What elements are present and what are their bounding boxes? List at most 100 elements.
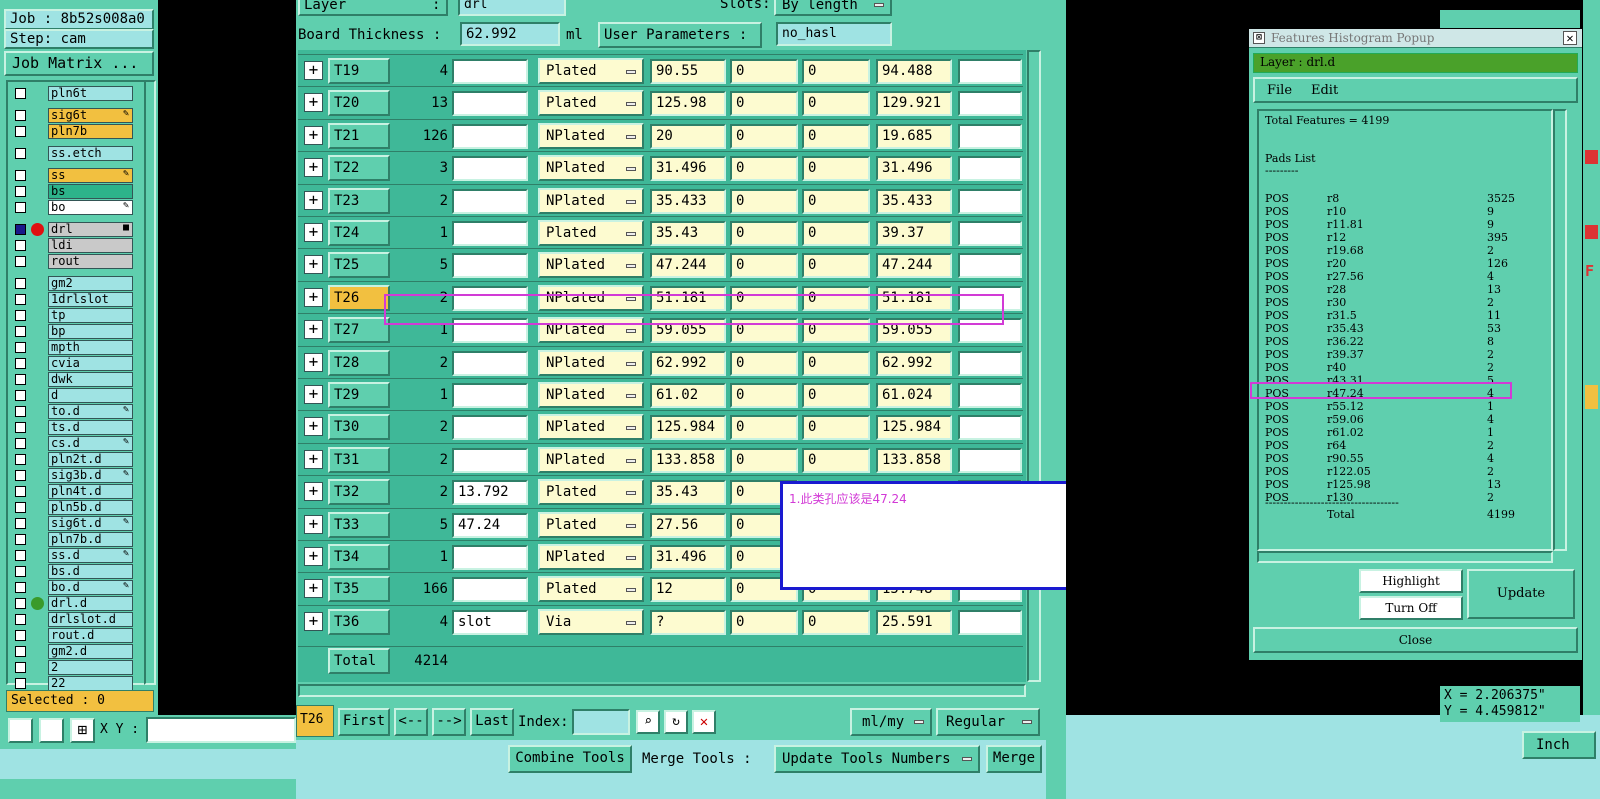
finish-size-input[interactable]: slot xyxy=(452,609,528,635)
layer-checkbox[interactable] xyxy=(15,502,26,513)
expand-icon[interactable]: + xyxy=(304,547,323,566)
layer-row[interactable]: pln7b xyxy=(12,124,133,139)
user-params-button[interactable]: User Parameters : xyxy=(598,22,762,48)
type-dropdown[interactable]: Plated xyxy=(538,220,644,246)
tool-value-input[interactable]: 94.488 xyxy=(876,59,952,84)
layer-checkbox[interactable] xyxy=(15,470,26,481)
combine-tools-button[interactable]: Combine Tools xyxy=(508,745,632,773)
index-input[interactable] xyxy=(572,709,630,735)
tool-name[interactable]: T23 xyxy=(328,187,390,214)
thickness-input[interactable]: 62.992 xyxy=(460,22,560,46)
finish-size-input[interactable] xyxy=(452,318,528,344)
tool-value-input[interactable]: 0 xyxy=(802,123,870,149)
tool-value-input[interactable]: 59.055 xyxy=(876,318,952,344)
tool-value-input[interactable]: 0 xyxy=(802,221,870,246)
tool-value-input[interactable]: 0 xyxy=(730,447,798,473)
merge-button[interactable]: Merge xyxy=(986,745,1042,773)
tool-value-input[interactable]: 39.37 xyxy=(876,221,952,246)
layer-row[interactable]: mpth xyxy=(12,340,133,355)
tool-name[interactable]: T28 xyxy=(328,349,390,376)
finish-size-input[interactable] xyxy=(452,123,528,149)
finish-size-input[interactable] xyxy=(452,59,528,84)
layer-row[interactable]: ss.d ✎ xyxy=(12,548,133,563)
red-dot-icon[interactable] xyxy=(1585,225,1598,239)
layer-checkbox[interactable] xyxy=(15,534,26,545)
last-button[interactable]: Last xyxy=(470,708,514,736)
tool-icon-a[interactable] xyxy=(8,718,33,743)
tool-name[interactable]: T36 xyxy=(328,608,390,635)
tool-value-input[interactable]: 61.02 xyxy=(650,383,726,408)
job-matrix-button[interactable]: Job Matrix ... xyxy=(4,51,154,76)
expand-icon[interactable]: + xyxy=(304,611,323,631)
layer-checkbox[interactable] xyxy=(15,126,26,137)
layer-row[interactable]: gm2 xyxy=(12,276,133,291)
expand-icon[interactable]: + xyxy=(304,449,323,469)
layer-list-scrollbar[interactable] xyxy=(144,80,156,685)
tool-value-input[interactable]: 51.181 xyxy=(650,285,726,311)
tool-value-input[interactable]: 0 xyxy=(730,156,798,182)
tool-value-input[interactable]: 62.992 xyxy=(650,350,726,376)
layer-checkbox[interactable] xyxy=(15,646,26,657)
layer-checkbox[interactable] xyxy=(15,310,26,321)
layer-row[interactable]: drl ■ xyxy=(12,222,133,237)
tool-name[interactable]: T26 xyxy=(328,284,390,311)
layer-checkbox[interactable] xyxy=(15,662,26,673)
tool-value-input[interactable]: 31.496 xyxy=(650,156,726,182)
type-dropdown[interactable]: Via xyxy=(538,608,644,635)
layer-checkbox[interactable] xyxy=(15,390,26,401)
layer-row[interactable]: gm2.d xyxy=(12,644,133,659)
tool-value-input[interactable]: 35.43 xyxy=(650,221,726,246)
tool-value-input[interactable]: 0 xyxy=(802,447,870,473)
layer-checkbox[interactable] xyxy=(15,422,26,433)
layer-row[interactable]: drlslot.d xyxy=(12,612,133,627)
prev-button[interactable]: <-- xyxy=(394,708,428,736)
tool-name[interactable]: T21 xyxy=(328,122,390,149)
layer-checkbox[interactable] xyxy=(15,342,26,353)
menu-file[interactable]: File xyxy=(1267,83,1292,98)
next-button[interactable]: --> xyxy=(432,708,466,736)
finish-size-input[interactable] xyxy=(452,253,528,279)
tool-value-input[interactable]: 59.055 xyxy=(650,318,726,344)
layer-row[interactable]: bo ✎ xyxy=(12,200,133,215)
search-icon[interactable]: ⌕ xyxy=(636,710,660,734)
layer-checkbox[interactable] xyxy=(15,294,26,305)
inch-button[interactable]: Inch xyxy=(1522,731,1596,759)
layer-row[interactable]: bs.d xyxy=(12,564,133,579)
slots-dropdown[interactable]: By length xyxy=(774,0,892,16)
tool-value-input[interactable]: 51.181 xyxy=(876,285,952,311)
layer-checkbox[interactable] xyxy=(15,438,26,449)
tool-value-input[interactable]: 12 xyxy=(650,577,726,603)
layer-checkbox[interactable] xyxy=(15,278,26,289)
layer-checkbox[interactable] xyxy=(15,566,26,577)
extra-input[interactable] xyxy=(958,188,1022,214)
layer-checkbox[interactable] xyxy=(15,406,26,417)
histogram-horizontal-scrollbar[interactable] xyxy=(1257,551,1553,563)
tool-value-input[interactable]: 0 xyxy=(802,350,870,376)
tool-value-input[interactable]: 0 xyxy=(802,383,870,408)
extra-input[interactable] xyxy=(958,415,1022,441)
layer-row[interactable]: 1drlslot xyxy=(12,292,133,307)
tool-value-input[interactable]: 0 xyxy=(730,415,798,441)
type-dropdown[interactable]: Plated xyxy=(538,479,644,506)
layer-checkbox[interactable] xyxy=(15,224,26,235)
expand-icon[interactable]: + xyxy=(304,352,323,372)
expand-icon[interactable]: + xyxy=(304,190,323,210)
histogram-vertical-scrollbar[interactable] xyxy=(1553,109,1567,551)
tool-value-input[interactable]: 0 xyxy=(802,609,870,635)
tool-name[interactable]: T31 xyxy=(328,446,390,473)
popup-close-button[interactable]: Close xyxy=(1253,627,1578,653)
layer-row[interactable]: tp xyxy=(12,308,133,323)
tool-value-input[interactable]: 133.858 xyxy=(650,447,726,473)
layer-row[interactable]: pln2t.d xyxy=(12,452,133,467)
tool-value-input[interactable]: 25.591 xyxy=(876,609,952,635)
layer-row[interactable]: bs xyxy=(12,184,133,199)
layer-value[interactable]: drl xyxy=(458,0,566,16)
menu-edit[interactable]: Edit xyxy=(1311,83,1338,98)
tool-value-input[interactable]: 0 xyxy=(730,253,798,279)
tool-value-input[interactable]: 0 xyxy=(730,383,798,408)
tool-value-input[interactable]: 31.496 xyxy=(876,156,952,182)
layer-checkbox[interactable] xyxy=(15,486,26,497)
layer-checkbox[interactable] xyxy=(15,240,26,251)
tool-value-input[interactable]: 31.496 xyxy=(650,545,726,570)
layer-checkbox[interactable] xyxy=(15,358,26,369)
